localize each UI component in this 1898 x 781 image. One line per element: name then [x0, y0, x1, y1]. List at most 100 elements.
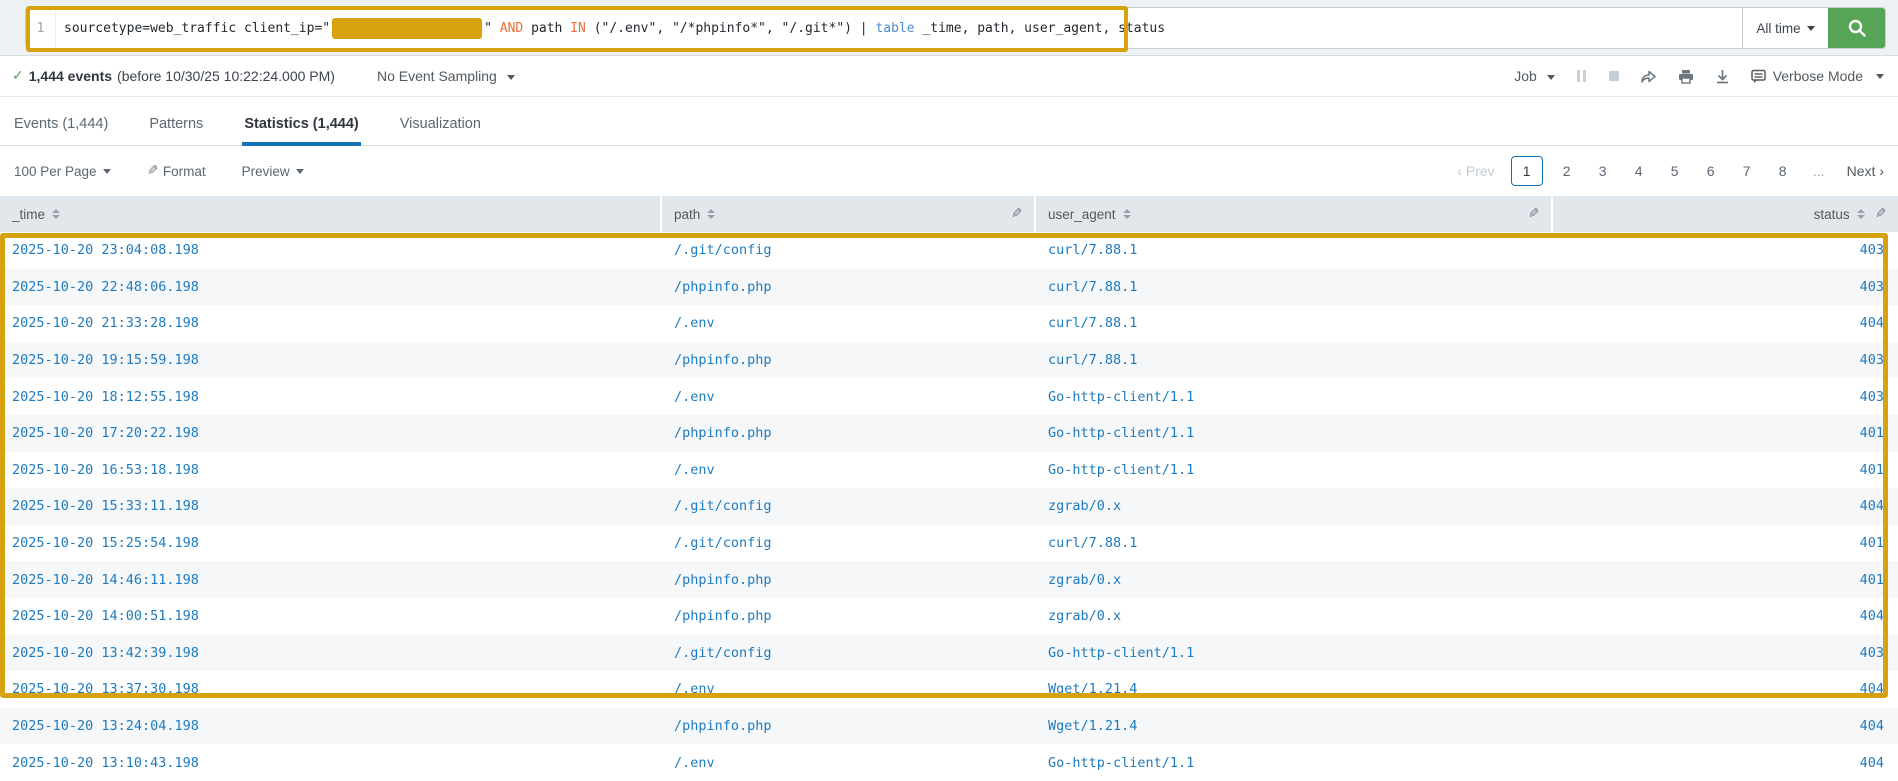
edit-column-icon[interactable]: ✎: [1011, 206, 1022, 222]
cell-time[interactable]: 2025-10-20 23:04:08.198: [0, 242, 662, 258]
pause-job-button[interactable]: [1576, 70, 1588, 82]
event-sampling-label: No Event Sampling: [377, 68, 497, 84]
time-range-picker[interactable]: All time: [1742, 8, 1828, 48]
query-segment-keyword: IN: [570, 21, 586, 36]
cell-time[interactable]: 2025-10-20 13:37:30.198: [0, 681, 662, 697]
cell-path[interactable]: /.git/config: [662, 242, 1036, 258]
cell-path[interactable]: /phpinfo.php: [662, 608, 1036, 624]
cell-path[interactable]: /.git/config: [662, 535, 1036, 551]
cell-status[interactable]: 401: [1553, 425, 1898, 441]
pagination-page-2[interactable]: 2: [1555, 156, 1579, 186]
cell-path[interactable]: /phpinfo.php: [662, 352, 1036, 368]
cell-user-agent[interactable]: curl/7.88.1: [1036, 242, 1553, 258]
cell-status[interactable]: 401: [1553, 535, 1898, 551]
pagination-page-4[interactable]: 4: [1627, 156, 1651, 186]
pagination-page-8[interactable]: 8: [1771, 156, 1795, 186]
cell-user-agent[interactable]: curl/7.88.1: [1036, 535, 1553, 551]
cell-status[interactable]: 404: [1553, 755, 1898, 771]
cell-time[interactable]: 2025-10-20 22:48:06.198: [0, 279, 662, 295]
cell-user-agent[interactable]: Wget/1.21.4: [1036, 718, 1553, 734]
print-button[interactable]: [1678, 69, 1694, 84]
column-header-user-agent[interactable]: user_agent✎: [1036, 196, 1553, 232]
cell-status[interactable]: 403: [1553, 279, 1898, 295]
cell-user-agent[interactable]: curl/7.88.1: [1036, 315, 1553, 331]
cell-path[interactable]: /phpinfo.php: [662, 718, 1036, 734]
export-button[interactable]: [1715, 69, 1730, 84]
cell-status[interactable]: 403: [1553, 645, 1898, 661]
cell-time[interactable]: 2025-10-20 19:15:59.198: [0, 352, 662, 368]
cell-time[interactable]: 2025-10-20 16:53:18.198: [0, 462, 662, 478]
cell-time[interactable]: 2025-10-20 13:42:39.198: [0, 645, 662, 661]
cell-time[interactable]: 2025-10-20 21:33:28.198: [0, 315, 662, 331]
cell-user-agent[interactable]: zgrab/0.x: [1036, 498, 1553, 514]
cell-user-agent[interactable]: Go-http-client/1.1: [1036, 425, 1553, 441]
pagination-page-1[interactable]: 1: [1511, 156, 1543, 186]
job-menu-button[interactable]: Job: [1514, 68, 1554, 84]
cell-status[interactable]: 403: [1553, 352, 1898, 368]
cell-time[interactable]: 2025-10-20 14:46:11.198: [0, 572, 662, 588]
pagination-next-button[interactable]: Next ›: [1847, 163, 1884, 179]
pagination-page-5[interactable]: 5: [1663, 156, 1687, 186]
tab-visualization[interactable]: Visualization: [398, 116, 483, 146]
cell-time[interactable]: 2025-10-20 13:10:43.198: [0, 755, 662, 771]
stop-job-button[interactable]: [1609, 71, 1619, 81]
cell-status[interactable]: 401: [1553, 462, 1898, 478]
cell-status[interactable]: 403: [1553, 389, 1898, 405]
tab-patterns[interactable]: Patterns: [147, 116, 205, 146]
cell-time[interactable]: 2025-10-20 17:20:22.198: [0, 425, 662, 441]
search-query-input[interactable]: sourcetype=web_traffic client_ip="" AND …: [56, 8, 1742, 48]
preview-label: Preview: [242, 164, 290, 179]
cell-time[interactable]: 2025-10-20 15:33:11.198: [0, 498, 662, 514]
search-mode-dropdown[interactable]: Verbose Mode: [1751, 68, 1884, 84]
cell-user-agent[interactable]: Wget/1.21.4: [1036, 681, 1553, 697]
cell-user-agent[interactable]: Go-http-client/1.1: [1036, 389, 1553, 405]
column-header-status[interactable]: status✎: [1553, 196, 1898, 232]
cell-status[interactable]: 404: [1553, 315, 1898, 331]
cell-user-agent[interactable]: curl/7.88.1: [1036, 352, 1553, 368]
cell-status[interactable]: 404: [1553, 498, 1898, 514]
share-job-button[interactable]: [1640, 69, 1657, 84]
cell-user-agent[interactable]: zgrab/0.x: [1036, 572, 1553, 588]
cell-user-agent[interactable]: zgrab/0.x: [1036, 608, 1553, 624]
pagination-page-7[interactable]: 7: [1735, 156, 1759, 186]
cell-status[interactable]: 403: [1553, 242, 1898, 258]
cell-time[interactable]: 2025-10-20 14:00:51.198: [0, 608, 662, 624]
cell-path[interactable]: /.git/config: [662, 498, 1036, 514]
cell-status[interactable]: 404: [1553, 681, 1898, 697]
cell-path[interactable]: /.env: [662, 681, 1036, 697]
edit-column-icon[interactable]: ✎: [1528, 206, 1539, 222]
column-header-time[interactable]: _time: [0, 196, 662, 232]
cell-time[interactable]: 2025-10-20 13:24:04.198: [0, 718, 662, 734]
cell-path[interactable]: /phpinfo.php: [662, 572, 1036, 588]
cell-status[interactable]: 404: [1553, 718, 1898, 734]
cell-path[interactable]: /.git/config: [662, 645, 1036, 661]
search-button[interactable]: [1828, 8, 1885, 48]
cell-path[interactable]: /phpinfo.php: [662, 279, 1036, 295]
cell-path[interactable]: /.env: [662, 389, 1036, 405]
event-count-detail: (before 10/30/25 10:22:24.000 PM): [117, 68, 335, 84]
column-header-path[interactable]: path ✎: [662, 196, 1036, 232]
edit-column-icon[interactable]: ✎: [1875, 206, 1886, 222]
cell-user-agent[interactable]: Go-http-client/1.1: [1036, 645, 1553, 661]
pagination-page-3[interactable]: 3: [1591, 156, 1615, 186]
tab-events-1-444[interactable]: Events (1,444): [12, 116, 110, 146]
sort-icon: [1123, 209, 1131, 219]
cell-path[interactable]: /.env: [662, 755, 1036, 771]
tab-statistics-1-444[interactable]: Statistics (1,444): [242, 116, 360, 146]
cell-path[interactable]: /phpinfo.php: [662, 425, 1036, 441]
format-button[interactable]: ✎ Format: [147, 163, 206, 179]
cell-user-agent[interactable]: Go-http-client/1.1: [1036, 755, 1553, 771]
cell-time[interactable]: 2025-10-20 15:25:54.198: [0, 535, 662, 551]
preview-dropdown[interactable]: Preview: [242, 164, 304, 179]
cell-status[interactable]: 404: [1553, 608, 1898, 624]
column-header-label: path: [674, 207, 700, 222]
event-sampling-dropdown[interactable]: No Event Sampling: [377, 68, 515, 84]
per-page-dropdown[interactable]: 100 Per Page: [14, 164, 111, 179]
cell-path[interactable]: /.env: [662, 315, 1036, 331]
cell-status[interactable]: 401: [1553, 572, 1898, 588]
cell-path[interactable]: /.env: [662, 462, 1036, 478]
cell-user-agent[interactable]: Go-http-client/1.1: [1036, 462, 1553, 478]
pagination-page-6[interactable]: 6: [1699, 156, 1723, 186]
cell-time[interactable]: 2025-10-20 18:12:55.198: [0, 389, 662, 405]
cell-user-agent[interactable]: curl/7.88.1: [1036, 279, 1553, 295]
